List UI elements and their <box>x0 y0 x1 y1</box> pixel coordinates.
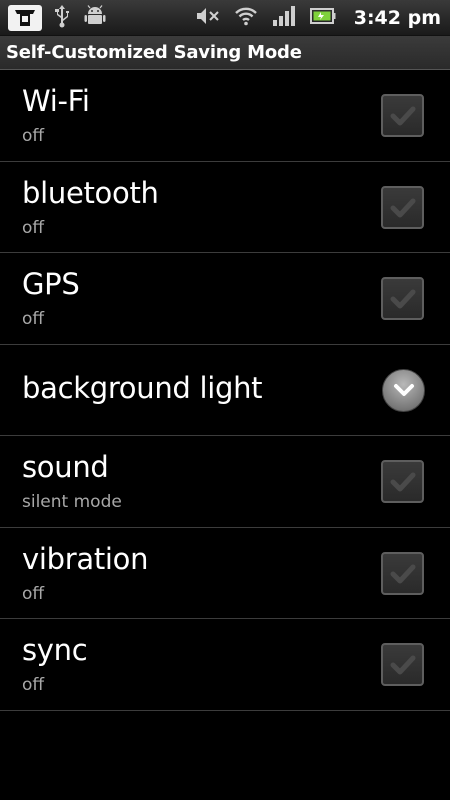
setting-summary: off <box>22 583 45 604</box>
chevron-down-icon <box>394 383 414 396</box>
expand-button[interactable] <box>382 368 425 412</box>
mute-icon <box>196 7 220 29</box>
setting-row-gps[interactable]: GPS off <box>0 253 450 345</box>
gps-checkbox[interactable] <box>381 277 424 320</box>
settings-list: Wi-Fi off bluetooth off GPS off backgrou… <box>0 70 450 711</box>
setting-row-bluetooth[interactable]: bluetooth off <box>0 162 450 253</box>
setting-label: vibration <box>22 541 149 576</box>
wifi-icon <box>234 6 258 30</box>
setting-label: sound <box>22 450 109 484</box>
app-icon <box>8 5 42 31</box>
bluetooth-checkbox[interactable] <box>381 185 424 229</box>
check-icon <box>390 289 416 309</box>
setting-label: GPS <box>22 267 80 301</box>
battery-icon <box>309 7 336 29</box>
setting-row-wifi[interactable]: Wi-Fi off <box>0 70 450 162</box>
sync-checkbox[interactable] <box>381 643 424 686</box>
setting-row-background-light[interactable]: background light <box>0 345 450 436</box>
setting-row-sync[interactable]: sync off <box>0 619 450 711</box>
setting-label: sync <box>22 633 88 667</box>
page-title: Self-Customized Saving Mode <box>6 42 302 63</box>
wifi-checkbox[interactable] <box>381 94 424 137</box>
check-icon <box>390 198 416 217</box>
setting-summary: off <box>22 217 45 238</box>
check-icon <box>390 472 416 492</box>
check-icon <box>390 564 416 583</box>
setting-label: Wi-Fi <box>22 84 90 118</box>
status-clock: 3:42 pm <box>353 7 441 29</box>
sound-checkbox[interactable] <box>381 460 424 503</box>
android-debug-icon <box>84 5 106 31</box>
setting-summary: off <box>22 309 45 329</box>
check-icon <box>390 106 416 126</box>
usb-icon <box>54 4 70 32</box>
setting-summary: off <box>22 126 45 146</box>
setting-label: bluetooth <box>22 175 159 210</box>
vibration-checkbox[interactable] <box>381 551 424 595</box>
setting-summary: silent mode <box>22 492 122 512</box>
signal-icon <box>272 6 296 30</box>
setting-summary: off <box>22 675 45 695</box>
setting-label: background light <box>22 370 263 405</box>
check-icon <box>390 655 416 675</box>
status-bar: 3:42 pm <box>0 0 450 36</box>
title-bar: Self-Customized Saving Mode <box>0 36 450 70</box>
setting-row-vibration[interactable]: vibration off <box>0 528 450 619</box>
setting-row-sound[interactable]: sound silent mode <box>0 436 450 528</box>
